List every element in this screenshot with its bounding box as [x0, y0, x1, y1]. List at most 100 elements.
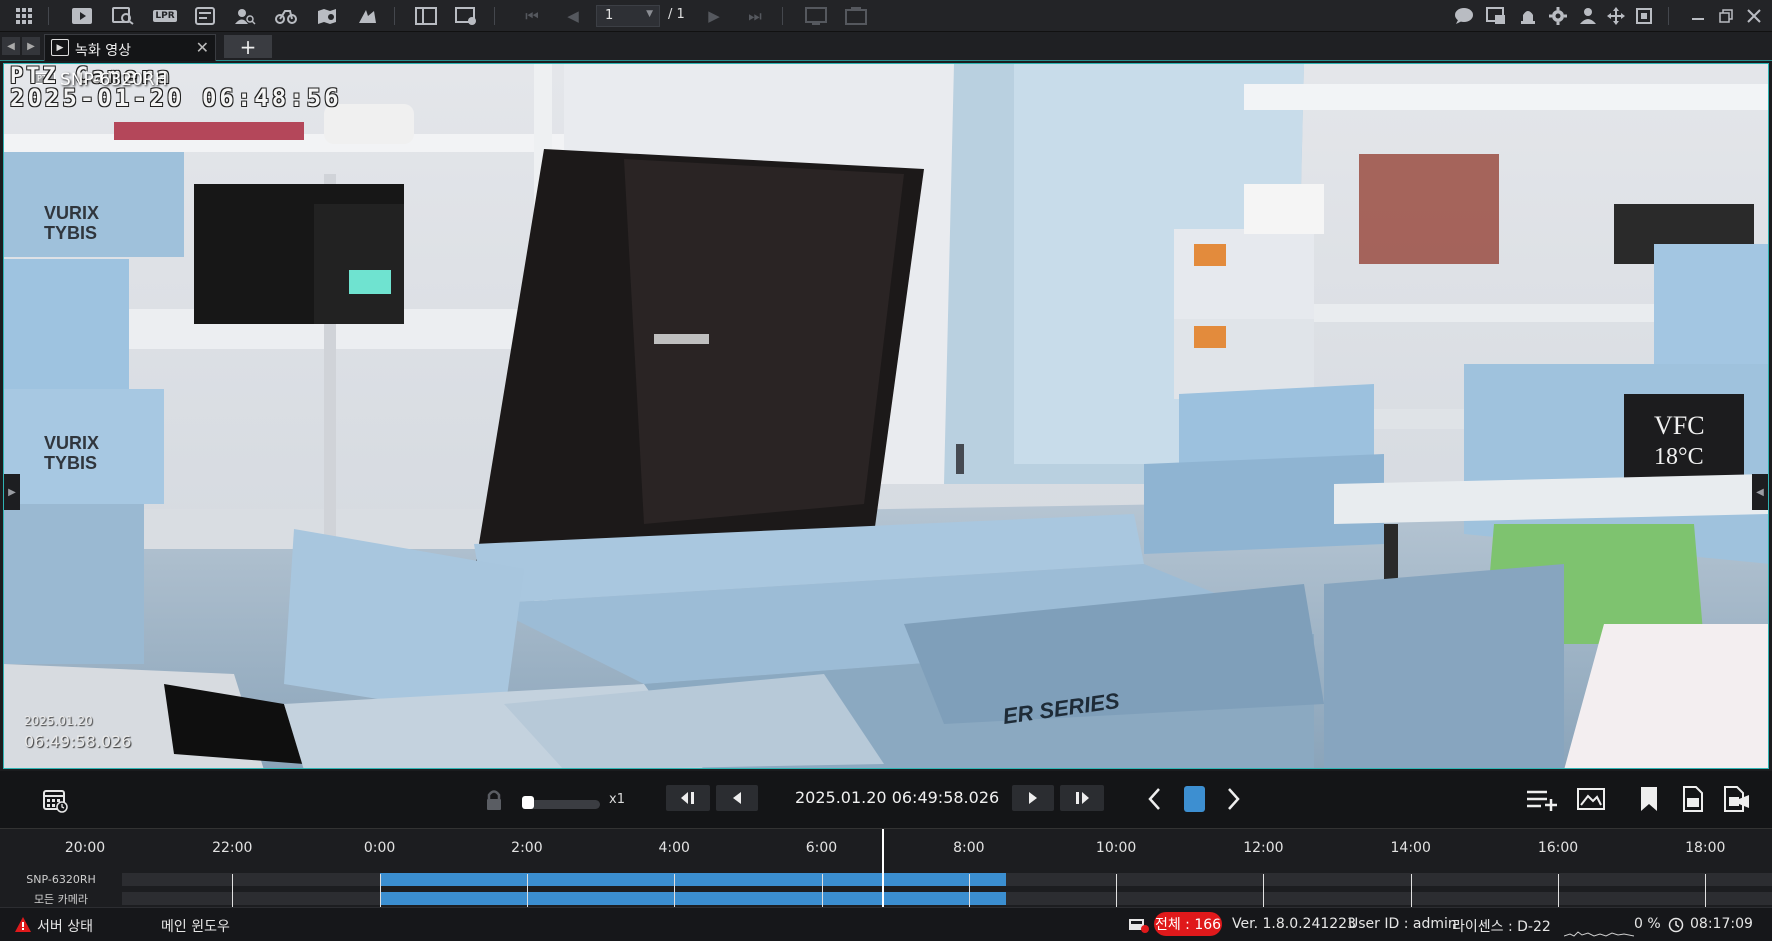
- svg-text:VURIX: VURIX: [44, 433, 99, 453]
- restore-icon[interactable]: [1714, 5, 1738, 27]
- chat-icon[interactable]: [1452, 5, 1476, 27]
- prev-page-icon[interactable]: ◀: [561, 5, 585, 27]
- calendar-icon[interactable]: [40, 785, 70, 815]
- close-icon[interactable]: [1742, 5, 1766, 27]
- next-segment-icon[interactable]: [1222, 785, 1246, 813]
- step-backward-button[interactable]: [666, 785, 710, 811]
- timeline-tick-label: 6:00: [805, 840, 838, 856]
- alarm-icon[interactable]: [1516, 5, 1540, 27]
- current-datetime: 2025.01.20 06:49:58.026: [795, 788, 1000, 807]
- timeline-grid-line: [232, 874, 234, 907]
- page-number-select[interactable]: 1 ▼: [596, 5, 660, 27]
- message-icon[interactable]: [1484, 5, 1508, 27]
- segment-marker[interactable]: [1184, 786, 1205, 812]
- timeline-tick-label: 16:00: [1537, 840, 1579, 856]
- minimize-icon[interactable]: [1686, 5, 1710, 27]
- timeline-grid-line: [1263, 874, 1265, 907]
- lpr-icon-label: LPR: [153, 10, 177, 22]
- grid-menu-icon[interactable]: [12, 5, 36, 27]
- overlay-date: 2025.01.20: [24, 714, 93, 728]
- add-list-icon[interactable]: [1524, 785, 1560, 813]
- speed-slider-track[interactable]: [524, 800, 600, 809]
- video-viewport[interactable]: VURIX TYBIS VURIX TYBIS VFC 18°C ER SERI…: [3, 63, 1769, 769]
- playhead-cursor[interactable]: [881, 829, 884, 907]
- speed-slider-thumb[interactable]: [522, 796, 534, 809]
- image-adjust-icon[interactable]: [1576, 785, 1606, 813]
- timeline-tick-label: 18:00: [1685, 840, 1726, 856]
- recording-segment[interactable]: [379, 873, 1006, 886]
- user-icon[interactable]: [1576, 5, 1600, 27]
- tab-bar: ◀ ▶ ▶ 녹화 영상 ✕ +: [0, 32, 1772, 61]
- fullscreen-move-icon[interactable]: [1604, 5, 1628, 27]
- add-tab-button[interactable]: +: [224, 35, 272, 58]
- total-event-badge[interactable]: 전체 : 166: [1154, 912, 1222, 936]
- timeline-tick-label: 2:00: [511, 840, 543, 856]
- next-page-icon[interactable]: ▶: [702, 5, 726, 27]
- vehicle-search-icon[interactable]: [274, 5, 298, 27]
- page-number-value: 1: [605, 8, 614, 23]
- chevron-down-icon: ▼: [646, 9, 653, 19]
- tab-recorded-video[interactable]: ▶ 녹화 영상 ✕: [44, 34, 216, 61]
- playback-tab-icon: ▶: [51, 39, 69, 56]
- snapshot-icon[interactable]: [1680, 785, 1706, 813]
- last-page-icon[interactable]: ⏭: [743, 5, 767, 27]
- lock-icon[interactable]: [482, 787, 506, 813]
- face-search-icon[interactable]: [233, 5, 257, 27]
- speed-label: x1: [609, 792, 625, 807]
- timeline-grid-line: [379, 874, 381, 907]
- layout-icon[interactable]: [414, 5, 438, 27]
- play-button[interactable]: [1012, 785, 1054, 811]
- timeline-tick-label: 0:00: [363, 840, 396, 856]
- play-reverse-button[interactable]: [716, 785, 758, 811]
- server-status-label[interactable]: 서버 상태: [37, 916, 93, 936]
- track-label-camera: SNP-6320RH: [26, 873, 96, 886]
- main-window-label[interactable]: 메인 윈도우: [161, 916, 230, 936]
- svg-text:VURIX: VURIX: [44, 203, 99, 223]
- playback-search-icon[interactable]: [111, 5, 135, 27]
- settings-icon[interactable]: [1546, 5, 1570, 27]
- timeline-tick-label: 22:00: [212, 840, 253, 856]
- svg-text:18°C: 18°C: [1654, 444, 1704, 470]
- cpu-usage-label: 0 %: [1634, 916, 1661, 932]
- track-label-all: 모든 카메라: [33, 893, 89, 906]
- tab-scroll-right-icon[interactable]: ▶: [22, 37, 40, 55]
- page-total: / 1: [668, 7, 685, 22]
- export-video-icon[interactable]: [1722, 785, 1752, 813]
- first-page-icon[interactable]: ⏮: [520, 5, 544, 27]
- timeline-grid-line: [968, 874, 970, 907]
- prev-segment-icon[interactable]: [1142, 785, 1166, 813]
- fit-screen-icon[interactable]: [1632, 5, 1656, 27]
- event-search-icon[interactable]: [193, 5, 217, 27]
- camera-scene-image: VURIX TYBIS VURIX TYBIS VFC 18°C ER SERI…: [4, 64, 1768, 768]
- timeline-grid-line: [821, 874, 823, 907]
- timeline-grid-line: [1705, 874, 1707, 907]
- timeline[interactable]: 20:00 22:00 0:00 2:00 4:00 6:00 8:00 10:00 12:00…: [0, 828, 1772, 907]
- cpu-usage-graph: [1564, 931, 1634, 937]
- tab-close-icon[interactable]: ✕: [196, 38, 209, 57]
- event-alert-icon[interactable]: [1128, 916, 1150, 938]
- fit-icon[interactable]: [804, 5, 828, 27]
- live-view-icon[interactable]: [70, 5, 94, 27]
- clock-label: 08:17:09: [1690, 916, 1753, 932]
- tab-scroll-left-icon[interactable]: ◀: [2, 37, 20, 55]
- top-toolbar: LPR ⏮ ◀ 1 ▼ / 1 ▶ ⏭: [0, 0, 1772, 32]
- user-id-label: User ID : admin: [1348, 916, 1457, 932]
- layout-add-icon[interactable]: [454, 5, 478, 27]
- bookmark-icon[interactable]: [1636, 785, 1662, 813]
- right-panel-toggle-icon[interactable]: ◀: [1752, 474, 1768, 510]
- capture-icon[interactable]: [844, 5, 868, 27]
- tab-label: 녹화 영상: [75, 43, 131, 59]
- timeline-grid-line: [526, 874, 528, 907]
- map-search-icon[interactable]: [315, 5, 339, 27]
- camera-name-label: SNP-6320RH: [60, 70, 168, 90]
- step-forward-button[interactable]: [1060, 785, 1104, 811]
- timeline-grid-line: [674, 874, 676, 907]
- lpr-icon[interactable]: LPR: [152, 5, 178, 27]
- status-bar: 서버 상태 메인 윈도우 전체 : 166 Ver. 1.8.0.241223 …: [0, 907, 1772, 941]
- svg-text:TYBIS: TYBIS: [44, 223, 97, 243]
- left-panel-toggle-icon[interactable]: ▶: [4, 474, 20, 510]
- thermal-icon[interactable]: [355, 5, 379, 27]
- recording-segment[interactable]: [379, 892, 1006, 905]
- timeline-tick-label: 12:00: [1243, 840, 1284, 856]
- timeline-tick-label: 14:00: [1390, 840, 1431, 856]
